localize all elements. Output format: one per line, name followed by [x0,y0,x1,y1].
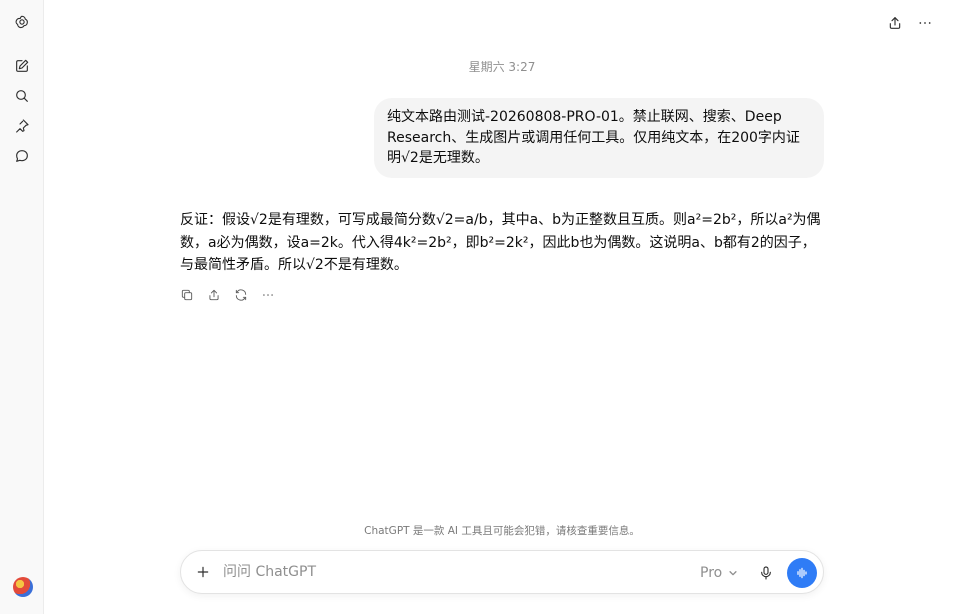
voice-mode-icon[interactable] [787,558,817,588]
share-icon[interactable] [205,286,223,304]
new-chat-icon[interactable] [10,54,34,78]
model-label: Pro [700,565,723,581]
search-icon[interactable] [10,84,34,108]
user-avatar[interactable] [13,577,33,597]
share-icon[interactable] [884,12,906,34]
model-selector[interactable]: Pro [700,563,738,583]
openai-logo-icon[interactable] [10,10,34,34]
copy-icon[interactable] [178,286,196,304]
assistant-message: 反证：假设√2是有理数，可写成最简分数√2=a/b，其中a、b为正整数且互质。则… [180,212,821,273]
chat-bubble-icon[interactable] [10,144,34,168]
message-actions [178,286,277,306]
regenerate-icon[interactable] [232,286,250,304]
message-timestamp: 星期六 3:27 [468,60,536,74]
chevron-down-icon [729,571,737,576]
more-options-icon[interactable] [914,12,936,34]
pin-icon[interactable] [10,114,34,138]
plus-icon[interactable] [193,562,213,582]
mic-icon[interactable] [755,562,777,584]
user-message: 纯文本路由测试-20260808-PRO-01。禁止联网、搜索、Deep Res… [374,98,824,178]
sidebar [0,0,44,614]
disclaimer-text: ChatGPT 是一款 AI 工具且可能会犯错，请核查重要信息。 [364,525,640,537]
prompt-input[interactable] [223,561,683,583]
more-icon[interactable] [259,286,277,304]
composer: Pro [180,550,824,594]
